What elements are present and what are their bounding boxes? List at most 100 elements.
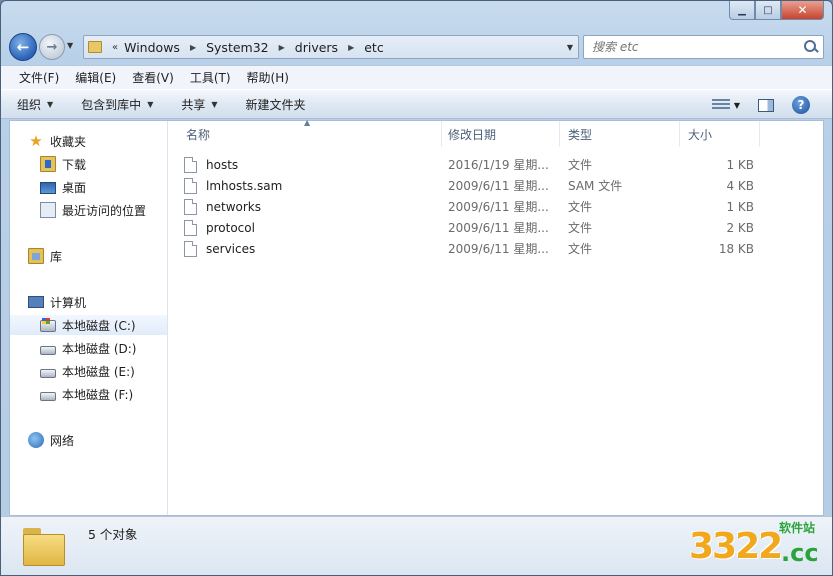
title-bar: ▁ □ ✕ xyxy=(1,1,832,31)
file-icon xyxy=(184,156,197,173)
menu-edit[interactable]: 编辑(E) xyxy=(67,69,124,86)
sidebar-item-drive-f[interactable]: 本地磁盘 (F:) xyxy=(40,384,133,404)
sidebar-item-desktop[interactable]: 桌面 xyxy=(40,177,86,197)
sidebar-item-drive-d[interactable]: 本地磁盘 (D:) xyxy=(40,338,136,358)
file-date: 2016/1/19 星期... xyxy=(448,158,549,172)
minimize-button[interactable]: ▁ xyxy=(729,1,755,20)
share-button[interactable]: 共享 ▼ xyxy=(181,96,217,113)
organize-button[interactable]: 组织 ▼ xyxy=(17,96,53,113)
star-icon: ★ xyxy=(29,132,43,150)
menu-view[interactable]: 查看(V) xyxy=(124,69,182,86)
help-icon[interactable]: ? xyxy=(792,96,810,114)
file-row[interactable]: protocol 2009/6/11 星期... 文件 2 KB xyxy=(184,217,764,238)
sidebar-label: 计算机 xyxy=(50,295,87,310)
watermark-tagline: 软件站 xyxy=(779,521,816,535)
sidebar-label: 桌面 xyxy=(62,180,87,195)
sidebar-item-favorites[interactable]: ★ 收藏夹 xyxy=(28,131,86,151)
maximize-icon: □ xyxy=(763,4,773,16)
file-row[interactable]: services 2009/6/11 星期... 文件 18 KB xyxy=(184,238,764,259)
file-date: 2009/6/11 星期... xyxy=(448,221,549,235)
file-type: SAM 文件 xyxy=(568,179,623,193)
desktop-icon xyxy=(40,182,56,194)
drive-icon xyxy=(40,391,56,401)
system-drive-icon xyxy=(40,318,56,332)
network-icon xyxy=(28,432,44,448)
file-row[interactable]: hosts 2016/1/19 星期... 文件 1 KB xyxy=(184,154,764,175)
menu-help[interactable]: 帮助(H) xyxy=(239,69,297,86)
watermark-logo: 软件站 3322 .cc xyxy=(685,516,832,575)
new-folder-button[interactable]: 新建文件夹 xyxy=(246,96,306,113)
back-arrow-icon: ← xyxy=(16,38,30,56)
file-size: 1 KB xyxy=(726,199,754,214)
back-button[interactable]: ← xyxy=(9,33,37,61)
column-type-label: 类型 xyxy=(568,127,593,142)
file-row[interactable]: networks 2009/6/11 星期... 文件 1 KB xyxy=(184,196,764,217)
sidebar-label: 网络 xyxy=(50,433,75,448)
sidebar-item-computer[interactable]: 计算机 xyxy=(28,292,86,312)
menu-file[interactable]: 文件(F) xyxy=(11,69,67,86)
forward-arrow-icon: → xyxy=(46,39,58,55)
maximize-button[interactable]: □ xyxy=(755,1,781,20)
breadcrumb-separator-icon[interactable]: ▶ xyxy=(279,43,285,52)
file-date: 2009/6/11 星期... xyxy=(448,200,549,214)
sidebar-label: 下载 xyxy=(62,157,87,172)
breadcrumb-system32[interactable]: System32 xyxy=(206,40,269,55)
library-icon xyxy=(28,248,44,264)
file-icon xyxy=(184,198,197,215)
breadcrumb-separator-icon[interactable]: ▶ xyxy=(190,43,196,52)
search-box[interactable] xyxy=(583,35,824,59)
drive-icon xyxy=(40,368,56,378)
column-header-date[interactable]: 修改日期 xyxy=(440,121,560,147)
view-options-icon[interactable] xyxy=(711,99,730,111)
file-list: ▲ 名称 修改日期 类型 大小 hosts 2016/1/19 星期... 文件… xyxy=(168,118,823,515)
sidebar-item-recent-places[interactable]: 最近访问的位置 xyxy=(40,200,146,220)
address-history-dropdown-icon[interactable]: ▼ xyxy=(562,43,578,52)
sidebar-item-downloads[interactable]: 下载 xyxy=(40,154,86,174)
folder-icon xyxy=(23,525,65,566)
breadcrumb-windows[interactable]: Windows xyxy=(124,40,180,55)
menu-tools[interactable]: 工具(T) xyxy=(182,69,239,86)
sidebar-label: 本地磁盘 (E:) xyxy=(62,364,135,379)
address-bar[interactable]: « Windows ▶ System32 ▶ drivers ▶ etc ▼ xyxy=(83,35,579,59)
watermark-suffix: .cc xyxy=(781,539,819,567)
sidebar-label: 最近访问的位置 xyxy=(62,203,147,218)
item-count: 5 个对象 xyxy=(88,527,138,542)
recent-pages-dropdown-icon[interactable]: ▼ xyxy=(67,41,73,50)
chevron-down-icon: ▼ xyxy=(147,99,154,109)
breadcrumb-drivers[interactable]: drivers xyxy=(295,40,338,55)
sidebar-item-drive-c[interactable]: 本地磁盘 (C:) xyxy=(10,315,167,335)
view-controls: ▼ ? xyxy=(711,90,832,120)
file-size: 2 KB xyxy=(726,220,754,235)
watermark-number: 3322 xyxy=(689,526,783,567)
sidebar-label: 收藏夹 xyxy=(50,134,87,149)
view-options-dropdown-icon[interactable]: ▼ xyxy=(734,101,740,110)
sidebar-label: 本地磁盘 (D:) xyxy=(62,341,137,356)
sidebar-item-libraries[interactable]: 库 xyxy=(28,246,62,266)
column-header-name[interactable]: 名称 xyxy=(178,121,442,147)
search-icon[interactable] xyxy=(802,38,820,56)
file-name: services xyxy=(206,241,256,256)
column-header-type[interactable]: 类型 xyxy=(560,121,680,147)
file-icon xyxy=(184,177,197,194)
file-date: 2009/6/11 星期... xyxy=(448,242,549,256)
file-icon xyxy=(184,219,197,236)
breadcrumb-etc[interactable]: etc xyxy=(364,40,383,55)
sidebar-item-drive-e[interactable]: 本地磁盘 (E:) xyxy=(40,361,135,381)
breadcrumb-overflow-icon[interactable]: « xyxy=(112,42,118,53)
file-name: networks xyxy=(206,199,261,214)
new-folder-label: 新建文件夹 xyxy=(245,97,306,112)
file-icon xyxy=(184,240,197,257)
sidebar-item-network[interactable]: 网络 xyxy=(28,430,74,450)
column-date-label: 修改日期 xyxy=(448,127,497,142)
include-in-library-button[interactable]: 包含到库中 ▼ xyxy=(81,96,153,113)
search-input[interactable] xyxy=(584,40,802,54)
file-type: 文件 xyxy=(568,158,593,172)
column-name-label: 名称 xyxy=(186,127,211,142)
breadcrumb-separator-icon[interactable]: ▶ xyxy=(348,43,354,52)
column-header-size[interactable]: 大小 xyxy=(680,121,760,147)
forward-button[interactable]: → xyxy=(39,34,65,60)
preview-pane-icon[interactable] xyxy=(758,98,774,112)
file-row[interactable]: lmhosts.sam 2009/6/11 星期... SAM 文件 4 KB xyxy=(184,175,764,196)
close-button[interactable]: ✕ xyxy=(781,1,824,20)
file-name: lmhosts.sam xyxy=(206,178,283,193)
